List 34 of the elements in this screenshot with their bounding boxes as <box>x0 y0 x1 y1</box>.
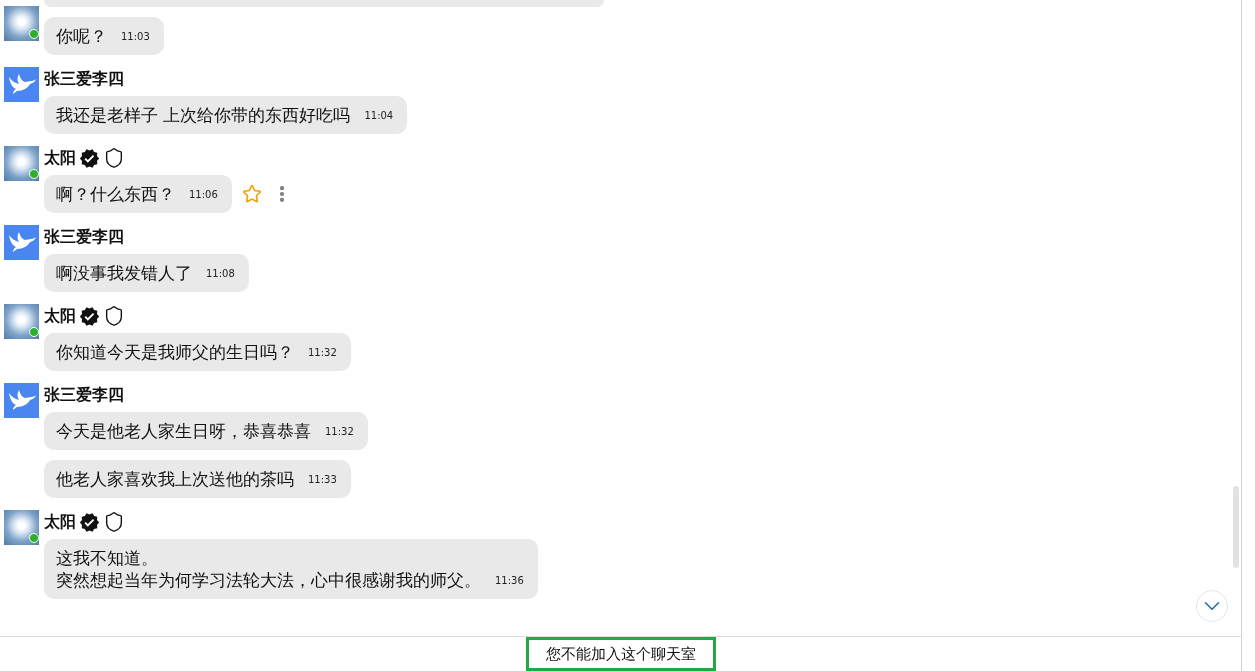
scroll-down-button[interactable] <box>1196 590 1228 622</box>
dove-avatar-icon <box>4 67 39 102</box>
message-text: 啊没事我发错人了 <box>56 262 192 284</box>
message-time: 11:04 <box>364 109 394 123</box>
sender-name: 张三爱李四 <box>44 384 124 406</box>
message-text: 啊？什么东西？ <box>56 183 175 205</box>
avatar-photo <box>4 146 39 181</box>
message-time: 11:32 <box>308 346 337 360</box>
sender-name: 张三爱李四 <box>44 68 124 90</box>
dove-avatar-icon <box>4 383 39 418</box>
message-time: 11:08 <box>206 267 235 281</box>
message-time: 11:36 <box>495 574 524 588</box>
message-time: 11:03 <box>121 30 150 44</box>
message-time: 11:32 <box>325 425 354 439</box>
sender-name: 太阳 <box>44 511 76 533</box>
sender-name: 太阳 <box>44 147 76 169</box>
avatar-photo <box>4 6 39 41</box>
message-text: 我还是老样子 上次给你带的东西好吃吗 <box>56 104 351 126</box>
message-text: 你知道今天是我师父的生日吗？ <box>56 341 294 363</box>
star-icon[interactable] <box>241 184 262 204</box>
message-text: 今天是他老人家生日呀，恭喜恭喜 <box>56 420 311 442</box>
message-text: 突然想起当年为何学习法轮大法，心中很感谢我的师父。 <box>56 569 481 591</box>
message-text: 你呢？ <box>56 25 107 47</box>
dove-avatar-icon <box>4 225 39 260</box>
scrollbar-thumb[interactable] <box>1233 486 1239 568</box>
message-time: 11:33 <box>308 473 337 487</box>
notice-text: 您不能加入这个聊天室 <box>525 637 716 671</box>
sender-name: 张三爱李四 <box>44 226 124 248</box>
avatar-photo <box>4 510 39 545</box>
avatar-photo <box>4 304 39 339</box>
sender-name: 太阳 <box>44 305 76 327</box>
message-time: 11:06 <box>189 188 218 202</box>
message-text: 他老人家喜欢我上次送他的茶吗 <box>56 468 294 490</box>
message-text: 这我不知道。 <box>56 547 159 569</box>
